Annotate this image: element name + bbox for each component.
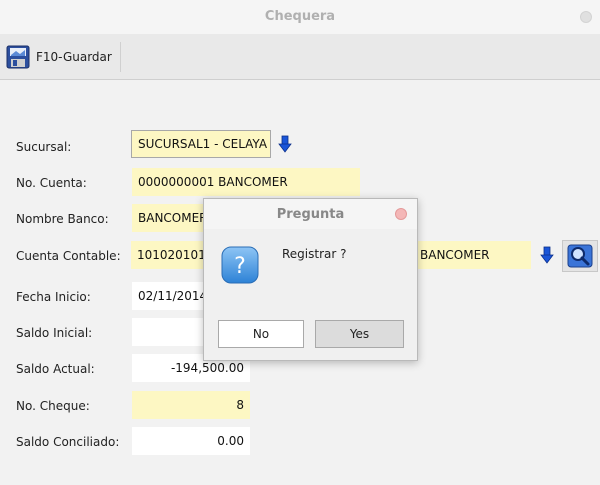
window-titlebar: Chequera	[0, 0, 600, 34]
saldo-conciliado-field[interactable]: 0.00	[132, 427, 250, 455]
cuenta-contable-code: 101020101	[137, 248, 206, 262]
no-cheque-field[interactable]: 8	[132, 391, 250, 419]
sucursal-field[interactable]: SUCURSAL1 - CELAYA	[131, 130, 271, 158]
sucursal-label: Sucursal:	[16, 140, 72, 154]
save-button[interactable]: F10-Guardar	[6, 42, 121, 72]
chequera-window: Chequera F10-Guardar Sucursal: SUCURSAL1…	[0, 0, 600, 485]
confirm-dialog: Pregunta ? Registrar ? No Yes	[203, 198, 418, 361]
saldo-conciliado-label: Saldo Conciliado:	[16, 435, 120, 449]
yes-button[interactable]: Yes	[315, 320, 404, 348]
nombre-banco-label: Nombre Banco:	[16, 212, 109, 226]
no-button[interactable]: No	[218, 320, 304, 348]
cuenta-contable-search-button[interactable]	[562, 240, 598, 272]
sucursal-dropdown-button[interactable]	[274, 133, 296, 155]
dialog-title: Pregunta	[276, 207, 345, 222]
arrow-down-icon	[278, 135, 292, 153]
arrow-down-icon	[540, 246, 554, 264]
dialog-message: Registrar ?	[282, 247, 347, 261]
cuenta-contable-dropdown-button[interactable]	[536, 244, 558, 266]
dialog-titlebar: Pregunta	[204, 199, 417, 229]
search-icon	[567, 244, 593, 268]
no-cuenta-field[interactable]: 0000000001 BANCOMER	[132, 168, 360, 196]
no-cheque-label: No. Cheque:	[16, 399, 90, 413]
save-button-label: F10-Guardar	[36, 50, 112, 64]
svg-text:?: ?	[234, 254, 246, 279]
cuenta-contable-label: Cuenta Contable:	[16, 249, 121, 263]
fecha-inicio-label: Fecha Inicio:	[16, 290, 91, 304]
toolbar: F10-Guardar	[0, 34, 600, 80]
saldo-actual-label: Saldo Actual:	[16, 362, 95, 376]
window-control-button[interactable]	[580, 11, 592, 23]
cuenta-contable-name: BANCOMER	[420, 248, 490, 262]
question-icon: ?	[221, 246, 259, 284]
dialog-close-button[interactable]	[395, 208, 407, 220]
saldo-inicial-label: Saldo Inicial:	[16, 326, 93, 340]
window-title: Chequera	[264, 9, 336, 24]
save-icon	[6, 45, 30, 69]
no-cuenta-label: No. Cuenta:	[16, 176, 87, 190]
